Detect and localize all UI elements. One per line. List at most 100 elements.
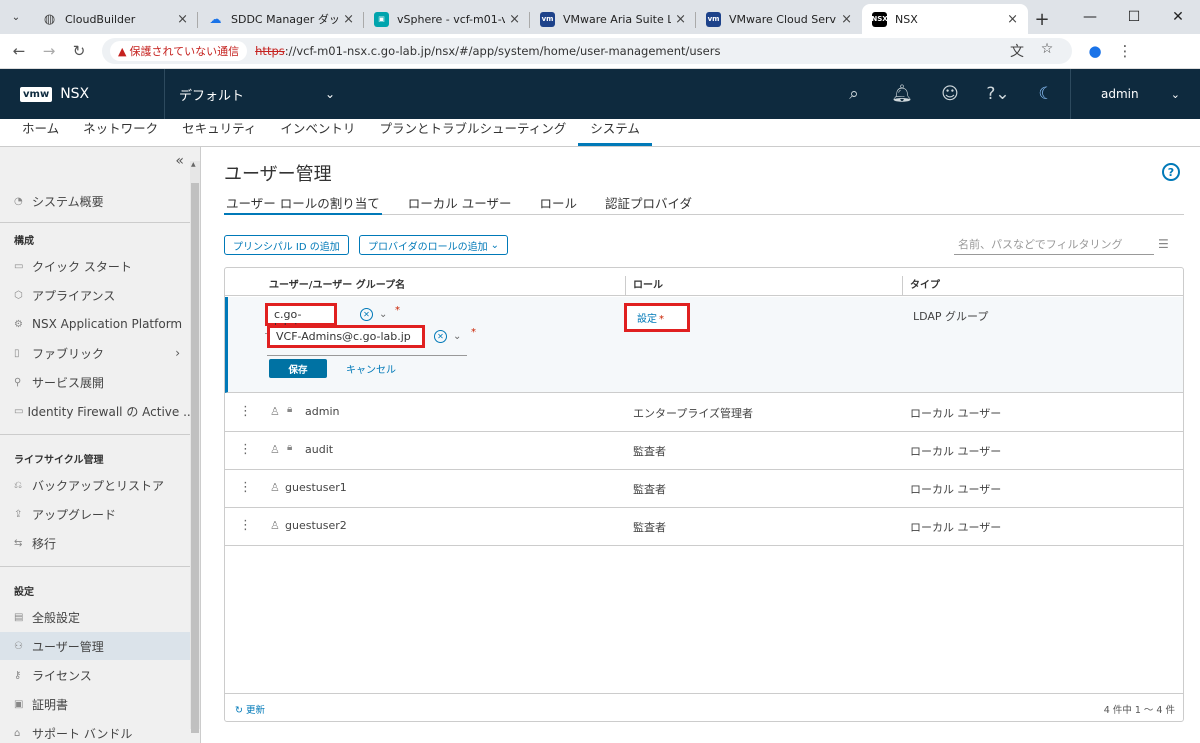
kebab-menu-icon[interactable]: ⋮ (239, 442, 252, 457)
close-icon[interactable]: × (675, 12, 686, 27)
kebab-menu-icon[interactable]: ⋮ (239, 404, 252, 419)
browser-tab-cloud-services[interactable]: vm VMware Cloud Services × (696, 4, 862, 34)
url-scheme: https (255, 44, 285, 58)
cloud-icon: ☁ (209, 12, 222, 26)
smiley-feedback-icon[interactable]: ☺ (926, 84, 974, 104)
translate-icon[interactable]: 文 (1002, 41, 1032, 61)
scroll-up-icon[interactable]: ▲ (191, 161, 196, 168)
address-bar: ← → ↻ ▲ 保護されていない通信 https ://vcf-m01-nsx.… (0, 34, 1200, 69)
close-icon[interactable]: × (841, 12, 852, 27)
close-icon[interactable]: × (343, 12, 354, 27)
browser-tab-aria[interactable]: vm VMware Aria Suite Lifecycle × (530, 4, 696, 34)
forward-arrow-icon[interactable]: → (34, 42, 64, 60)
chevron-down-icon[interactable]: ⌄ (379, 309, 387, 320)
help-icon[interactable]: ? (1162, 163, 1180, 181)
nav-plan-troubleshoot[interactable]: プランとトラブルシューティング (367, 118, 578, 146)
vmware-logo: vmw (20, 86, 53, 102)
browser-tab-vsphere[interactable]: ▣ vSphere - vcf-m01-vc-01 × (364, 4, 530, 34)
col-type[interactable]: タイプ (910, 276, 940, 291)
users-icon: ⚇ (14, 640, 23, 652)
moon-theme-icon[interactable]: ☾ (1022, 84, 1070, 104)
collapse-double-chevron-icon[interactable]: « (175, 153, 184, 169)
grid-header: ユーザー/ユーザー グループ名 ロール タイプ (225, 268, 1183, 296)
group-input[interactable]: VCF-Admins@c.go-lab.jp (267, 325, 425, 348)
save-button[interactable]: 保存 (269, 359, 327, 378)
search-icon[interactable]: ⌕ (830, 84, 878, 104)
kebab-menu-icon[interactable]: ⋮ (239, 480, 252, 495)
bookmark-star-icon[interactable]: ☆ (1032, 41, 1062, 61)
close-icon[interactable]: × (177, 12, 188, 27)
new-tab-plus-icon[interactable]: + (1028, 4, 1056, 34)
tab-user-role-assignment[interactable]: ユーザー ロールの割り当て (224, 193, 382, 215)
close-icon[interactable]: × (1007, 12, 1018, 27)
grid-footer: ↻ 更新 4 件中 1 ～ 4 件 (225, 693, 1183, 721)
col-user-group[interactable]: ユーザー/ユーザー グループ名 (269, 276, 405, 291)
url-omnibox[interactable]: ▲ 保護されていない通信 https ://vcf-m01-nsx.c.go-l… (102, 38, 1072, 64)
sidebar-item-fabric[interactable]: ▯ ファブリック › (0, 339, 190, 367)
sidebar-item-quick-start[interactable]: ▭ クイック スタート (0, 252, 190, 280)
app-logo[interactable]: vmw NSX (0, 69, 165, 119)
browser-tab-nsx[interactable]: NSX NSX × (862, 4, 1028, 34)
profile-icon[interactable]: ● (1080, 42, 1110, 60)
nav-networking[interactable]: ネットワーク (71, 118, 170, 146)
col-role[interactable]: ロール (633, 276, 663, 291)
reload-icon[interactable]: ↻ (64, 42, 94, 60)
nav-system[interactable]: システム (578, 118, 652, 146)
minimize-icon[interactable]: — (1068, 0, 1112, 34)
sidebar-item-system-overview[interactable]: ◔ システム概要 (0, 187, 190, 215)
chevron-down-icon[interactable]: ⌄ (453, 331, 461, 342)
url-path: ://vcf-m01-nsx.c.go-lab.jp/nsx/#/app/sys… (284, 44, 721, 58)
bell-icon[interactable]: 🔔︎ (878, 84, 926, 104)
refresh-button[interactable]: ↻ 更新 (235, 702, 265, 716)
sidebar-item-migrate[interactable]: ⇆ 移行 (0, 529, 190, 557)
sidebar-item-appliances[interactable]: ⬡ アプライアンス (0, 281, 190, 309)
tab-auth-providers[interactable]: 認証プロバイダ (603, 193, 694, 215)
certificate-icon: ▣ (14, 698, 24, 710)
tab-local-users[interactable]: ローカル ユーザー (406, 193, 514, 215)
sidebar-item-upgrade[interactable]: ⇪ アップグレード (0, 500, 190, 528)
insecure-connection-badge[interactable]: ▲ 保護されていない通信 (110, 41, 248, 61)
kebab-menu-icon[interactable]: ⋮ (239, 518, 252, 533)
nav-home[interactable]: ホーム (10, 118, 71, 146)
settings-doc-icon: ▤ (14, 611, 24, 623)
domain-input[interactable]: c.go-lab.jp (265, 303, 337, 334)
table-row: ⋮ ♙ 🔒︎ audit 監査者 ローカル ユーザー (225, 432, 1183, 470)
browser-menu-icon[interactable]: ⋮ (1110, 42, 1140, 60)
tab-roles[interactable]: ロール (537, 193, 579, 215)
scope-dropdown[interactable]: デフォルト ⌄ (165, 85, 335, 104)
browser-tab-cloudbuilder[interactable]: ◍ CloudBuilder × (32, 4, 198, 34)
sidebar-scrollbar[interactable]: ▲ (190, 161, 200, 733)
sidebar-item-support-bundle[interactable]: ⌂ サポート バンドル (0, 719, 190, 743)
required-asterisk: * (471, 327, 476, 338)
sidebar-item-certificates[interactable]: ▣ 証明書 (0, 690, 190, 718)
role-setting-link[interactable]: 設定 * (624, 303, 690, 332)
sidebar-item-backup-restore[interactable]: ⎌ バックアップとリストア (0, 471, 190, 499)
clear-circle-icon[interactable]: ✕ (360, 308, 373, 321)
sidebar-item-nsx-app-platform[interactable]: ⚙ NSX Application Platform (0, 310, 190, 338)
sidebar-item-general-settings[interactable]: ▤ 全般設定 (0, 603, 190, 631)
add-principal-id-button[interactable]: プリンシパル ID の追加 (224, 235, 349, 255)
browser-tab-strip: ⌄ ◍ CloudBuilder × ☁ SDDC Manager ダッシュボー… (0, 0, 1200, 34)
browser-tab-sddc-manager[interactable]: ☁ SDDC Manager ダッシュボード × (198, 4, 364, 34)
sidebar-item-service-deployment[interactable]: ⚲ サービス展開 (0, 368, 190, 396)
main-content: ユーザー管理 ? ユーザー ロールの割り当て ローカル ユーザー ロール 認証プ… (202, 147, 1200, 743)
user-menu[interactable]: admin ⌄ (1070, 69, 1200, 119)
add-provider-role-button[interactable]: プロバイダのロールの追加 ⌄ (359, 235, 508, 255)
scrollbar-thumb[interactable] (191, 183, 199, 733)
help-dropdown-icon[interactable]: ?⌄ (974, 84, 1022, 104)
window-close-icon[interactable]: ✕ (1156, 0, 1200, 34)
nav-security[interactable]: セキュリティ (170, 118, 268, 146)
close-icon[interactable]: × (509, 12, 520, 27)
back-arrow-icon[interactable]: ← (4, 42, 34, 60)
sidebar-item-user-management[interactable]: ⚇ ユーザー管理 (0, 632, 190, 660)
clear-circle-icon[interactable]: ✕ (434, 330, 447, 343)
sidebar-item-identity-firewall[interactable]: ▭ Identity Firewall の Active ... (0, 397, 190, 425)
filter-input[interactable]: 名前、パスなどでフィルタリング (954, 233, 1154, 255)
tab-search-chevron-icon[interactable]: ⌄ (0, 0, 32, 34)
maximize-icon[interactable]: ☐ (1112, 0, 1156, 34)
sidebar-item-license[interactable]: ⚷ ライセンス (0, 661, 190, 689)
vsphere-icon: ▣ (374, 11, 389, 27)
cancel-button[interactable]: キャンセル (346, 361, 396, 376)
nav-inventory[interactable]: インベントリ (268, 118, 367, 146)
filter-lines-icon[interactable]: ☰ (1158, 237, 1169, 251)
